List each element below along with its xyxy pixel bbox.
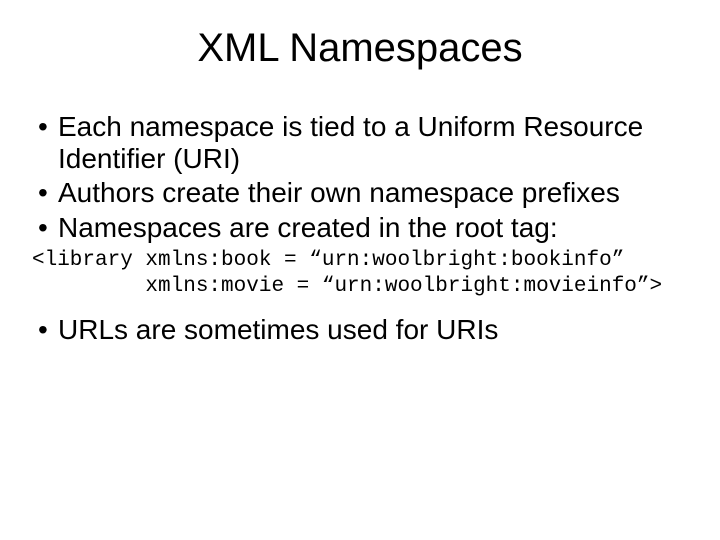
bullet-list-top: Each namespace is tied to a Uniform Reso…: [30, 111, 690, 244]
bullet-list-bottom: URLs are sometimes used for URIs: [30, 314, 690, 346]
list-item: Authors create their own namespace prefi…: [30, 177, 690, 209]
code-block: <library xmlns:book = “urn:woolbright:bo…: [32, 248, 690, 301]
slide-title: XML Namespaces: [30, 26, 690, 71]
list-item: Namespaces are created in the root tag:: [30, 212, 690, 244]
list-item: Each namespace is tied to a Uniform Reso…: [30, 111, 690, 175]
list-item: URLs are sometimes used for URIs: [30, 314, 690, 346]
slide: XML Namespaces Each namespace is tied to…: [0, 0, 720, 540]
